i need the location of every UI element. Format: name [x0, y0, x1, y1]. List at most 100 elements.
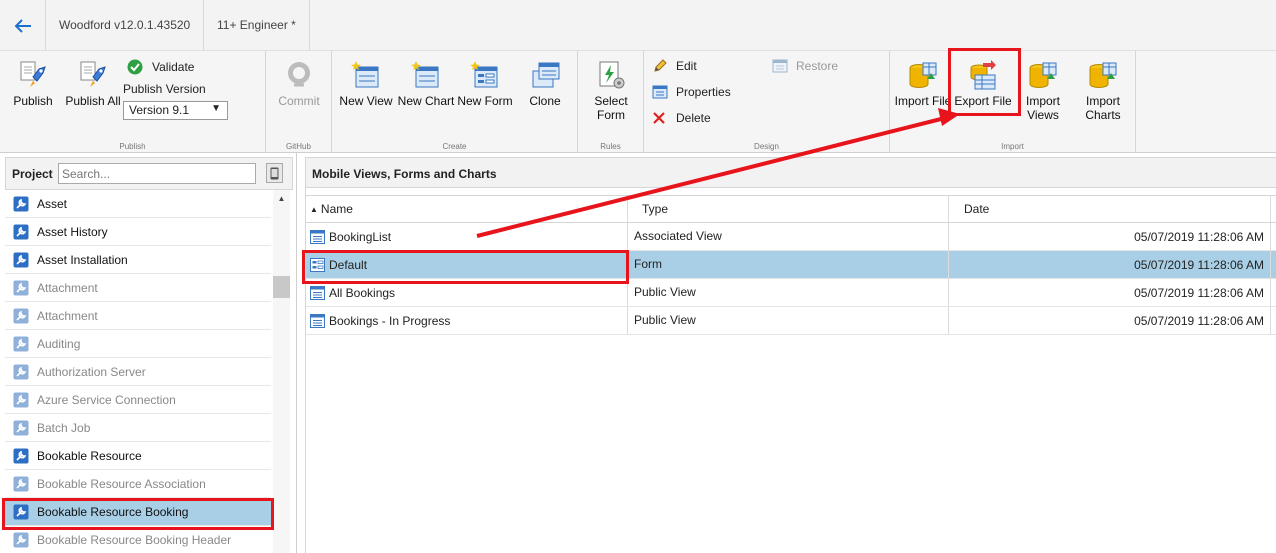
views-grid: ▲ Name Type Date BookingList Associated V…	[306, 195, 1276, 335]
entity-item[interactable]: Asset History	[5, 218, 271, 246]
version-select[interactable]: Version 9.1 ▼	[123, 101, 228, 120]
database-import-icon	[909, 62, 937, 88]
entity-label: Attachment	[37, 280, 98, 295]
import-file-button[interactable]: Import File	[892, 59, 954, 108]
entity-label: Asset	[37, 196, 68, 211]
entity-list: Asset Asset History Asset Installation Atta…	[5, 190, 271, 553]
import-charts-label-line1: Import	[1085, 94, 1120, 108]
edit-button[interactable]: Edit	[652, 56, 697, 76]
select-form-label-line1: Select	[594, 94, 628, 108]
validate-button[interactable]: Validate	[127, 57, 194, 77]
entity-wrench-icon	[5, 364, 37, 380]
row-date: 05/07/2019 11:28:06 AM	[949, 251, 1271, 278]
group-label: Design	[754, 142, 779, 151]
rocket-icon	[20, 61, 46, 87]
mobile-phone-icon	[270, 167, 279, 179]
entity-item[interactable]: Bookable Resource Association	[5, 470, 271, 498]
type-column-header[interactable]: Type	[628, 196, 949, 222]
import-charts-button[interactable]: Import Charts	[1076, 59, 1130, 122]
search-input[interactable]	[58, 163, 256, 184]
grid-row[interactable]: All Bookings Public View 05/07/2019 11:28:…	[306, 279, 1276, 307]
entity-item[interactable]: Batch Job	[5, 414, 271, 442]
entity-item[interactable]: Azure Service Connection	[5, 386, 271, 414]
grid-header-row: ▲ Name Type Date	[306, 195, 1276, 223]
entity-item[interactable]: Asset	[5, 190, 271, 218]
project-tab[interactable]: 11+ Engineer *	[204, 0, 310, 51]
delete-label: Delete	[676, 111, 711, 125]
row-type: Associated View	[628, 223, 949, 250]
delete-button[interactable]: Delete	[652, 108, 711, 128]
type-header-label: Type	[642, 202, 669, 216]
github-group: Commit GitHub	[266, 51, 332, 153]
edit-label: Edit	[676, 59, 697, 73]
database-import-icon	[1089, 62, 1117, 88]
pencil-icon	[652, 58, 674, 74]
row-date: 05/07/2019 11:28:06 AM	[949, 279, 1271, 306]
panel-title: Mobile Views, Forms and Charts	[312, 167, 497, 181]
export-file-button[interactable]: Export File	[952, 59, 1014, 108]
export-file-label: Export File	[954, 94, 1012, 108]
new-view-button[interactable]: New View	[338, 59, 394, 108]
date-column-header[interactable]: Date	[949, 196, 1271, 222]
group-label: GitHub	[286, 142, 311, 151]
commit-button[interactable]: Commit	[274, 59, 324, 108]
name-header-label: Name	[320, 202, 353, 216]
project-panel: Project Asset Asset History Asset Installa…	[0, 153, 297, 553]
view-icon	[310, 285, 325, 300]
entity-wrench-icon	[5, 448, 37, 464]
properties-label: Properties	[676, 85, 731, 99]
restore-button[interactable]: Restore	[772, 56, 838, 76]
create-group: New View New Chart New Form Clone Create	[332, 51, 578, 153]
import-views-button[interactable]: Import Views	[1016, 59, 1070, 122]
design-group: Edit Properties Delete Restore Design	[644, 51, 890, 153]
entity-label: Bookable Resource Association	[37, 476, 206, 491]
group-label: Publish	[119, 142, 146, 151]
row-name: Bookings - In Progress	[329, 313, 451, 328]
row-name: Default	[329, 257, 368, 272]
entity-wrench-icon	[5, 420, 37, 436]
entity-item[interactable]: Attachment	[5, 274, 271, 302]
row-type: Public View	[628, 279, 949, 306]
name-column-header[interactable]: ▲ Name	[306, 196, 628, 222]
publish-all-button[interactable]: Publish All	[63, 59, 123, 108]
clone-button[interactable]: Clone	[518, 59, 572, 108]
entity-wrench-icon	[5, 252, 37, 268]
publish-button[interactable]: Publish	[10, 59, 56, 108]
entity-wrench-icon	[5, 308, 37, 324]
entity-item[interactable]: Bookable Resource	[5, 442, 271, 470]
entity-item[interactable]: Bookable Resource Booking	[5, 498, 271, 526]
entity-item[interactable]: Authorization Server	[5, 358, 271, 386]
scroll-thumb[interactable]	[273, 276, 290, 298]
entity-item[interactable]: Bookable Resource Booking Header	[5, 526, 271, 553]
entity-list-scrollbar[interactable]: ▲	[273, 190, 290, 553]
grid-row[interactable]: BookingList Associated View 05/07/2019 11:…	[306, 223, 1276, 251]
entity-wrench-icon	[5, 196, 37, 212]
new-view-icon	[351, 61, 379, 88]
scroll-up-arrow-icon[interactable]: ▲	[275, 192, 288, 204]
new-chart-button[interactable]: New Chart	[396, 59, 456, 108]
entity-label: Attachment	[37, 308, 98, 323]
checkmark-icon	[127, 59, 149, 75]
entity-label: Authorization Server	[37, 364, 146, 379]
new-form-button[interactable]: New Form	[456, 59, 514, 108]
mobile-device-button[interactable]	[266, 163, 283, 183]
entity-label: Auditing	[37, 336, 81, 351]
new-chart-icon	[411, 61, 439, 88]
entity-item[interactable]: Auditing	[5, 330, 271, 358]
properties-button[interactable]: Properties	[652, 82, 731, 102]
select-form-label-line2: Form	[597, 108, 625, 122]
version-value: Version 9.1	[129, 103, 190, 117]
back-button[interactable]	[0, 0, 46, 51]
select-form-button[interactable]: Select Form	[586, 59, 636, 122]
grid-row[interactable]: Bookings - In Progress Public View 05/07/2…	[306, 307, 1276, 335]
view-icon	[310, 313, 325, 328]
entity-item[interactable]: Asset Installation	[5, 246, 271, 274]
row-type: Public View	[628, 307, 949, 334]
grid-row[interactable]: Default Form 05/07/2019 11:28:06 AM	[306, 251, 1276, 279]
dropdown-arrow-icon: ▼	[211, 103, 221, 114]
entity-item[interactable]: Attachment	[5, 302, 271, 330]
ribbon-toolbar: Publish Publish All Validate Publish Ver…	[0, 51, 1276, 153]
new-view-label: New View	[339, 94, 393, 108]
clone-label: Clone	[529, 94, 561, 108]
entity-wrench-icon	[5, 476, 37, 492]
